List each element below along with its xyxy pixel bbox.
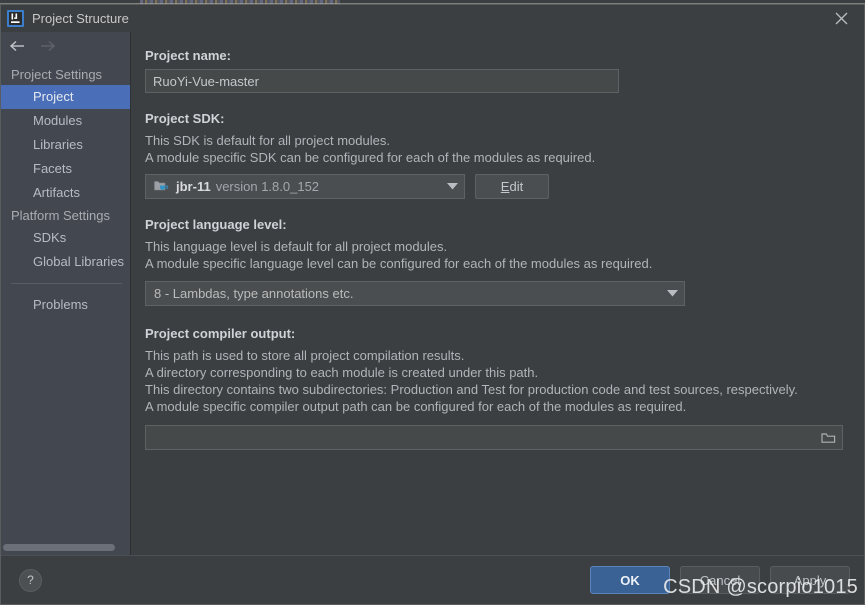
dialog-titlebar: Project Structure (1, 5, 864, 32)
edit-button-mnemonic: E (500, 179, 510, 194)
project-sdk-dropdown[interactable]: jbr-11 version 1.8.0_152 (145, 174, 465, 199)
project-sdk-description-line-1: This SDK is default for all project modu… (145, 133, 390, 148)
sidebar-horizontal-scrollbar[interactable] (3, 544, 115, 551)
settings-content-pane: Project name: RuoYi-Vue-master Project S… (131, 32, 864, 555)
compiler-output-label: Project compiler output: (145, 326, 296, 341)
close-icon[interactable] (818, 5, 864, 32)
sidebar-item-global-libraries[interactable]: Global Libraries (1, 250, 130, 274)
footer-button-group: OK Cancel Apply (590, 566, 850, 594)
compiler-output-description-line-2: A directory corresponding to each module… (145, 365, 539, 380)
compiler-output-description-line-3: This directory contains two subdirectori… (145, 382, 798, 397)
chevron-down-icon (437, 183, 458, 190)
project-name-label: Project name: (145, 48, 231, 63)
intellij-idea-icon (7, 10, 24, 27)
sidebar-item-modules[interactable]: Modules (1, 109, 130, 133)
language-level-value: 8 - Lambdas, type annotations etc. (154, 286, 354, 301)
project-sdk-row: jbr-11 version 1.8.0_152 Edit (145, 174, 846, 199)
sidebar-item-sdks[interactable]: SDKs (1, 226, 130, 250)
cancel-button[interactable]: Cancel (680, 566, 760, 594)
language-level-description-line-1: This language level is default for all p… (145, 239, 448, 254)
project-sdk-version: version 1.8.0_152 (215, 179, 320, 194)
edit-button-label-rest: dit (509, 179, 524, 194)
compiler-output-description-line-4: A module specific compiler output path c… (145, 399, 687, 414)
sidebar-item-artifacts[interactable]: Artifacts (1, 181, 130, 205)
project-name-input[interactable]: RuoYi-Vue-master (145, 69, 619, 93)
project-sdk-name: jbr-11 (176, 179, 211, 194)
settings-sidebar: Project Settings Project Modules Librari… (1, 32, 131, 555)
project-sdk-label: Project SDK: (145, 111, 225, 126)
sidebar-divider (11, 283, 122, 284)
dialog-footer: ? OK Cancel Apply CSDN @scorpio1015 (1, 555, 864, 604)
back-arrow-icon[interactable] (9, 40, 26, 55)
sidebar-item-problems[interactable]: Problems (1, 293, 130, 317)
nav-group-platform-settings: Platform Settings (11, 208, 110, 223)
sidebar-item-facets[interactable]: Facets (1, 157, 130, 181)
apply-button[interactable]: Apply (770, 566, 850, 594)
edit-sdk-button[interactable]: Edit (475, 174, 549, 199)
compiler-output-description-line-1: This path is used to store all project c… (145, 348, 465, 363)
language-level-dropdown[interactable]: 8 - Lambdas, type annotations etc. (145, 281, 685, 306)
nav-group-project-settings: Project Settings (11, 67, 103, 82)
chevron-down-icon (657, 290, 678, 297)
navigation-arrows (1, 32, 130, 62)
project-sdk-description-line-2: A module specific SDK can be configured … (145, 150, 596, 165)
compiler-output-input[interactable] (145, 425, 843, 450)
folder-browse-icon[interactable] (821, 431, 836, 444)
sidebar-item-project[interactable]: Project (1, 85, 130, 109)
window-title: Project Structure (32, 11, 129, 26)
sidebar-item-libraries[interactable]: Libraries (1, 133, 130, 157)
settings-nav-list: Project Settings Project Modules Librari… (1, 62, 130, 555)
java-sdk-folder-icon (154, 179, 169, 195)
dialog-body: Project Settings Project Modules Librari… (1, 32, 864, 555)
project-structure-dialog: Project Structure Project Settings Proje… (0, 4, 865, 605)
language-level-label: Project language level: (145, 217, 287, 232)
forward-arrow-icon[interactable] (39, 40, 56, 55)
help-button[interactable]: ? (19, 568, 42, 592)
ok-button[interactable]: OK (590, 566, 670, 594)
language-level-description-line-2: A module specific language level can be … (145, 256, 653, 271)
